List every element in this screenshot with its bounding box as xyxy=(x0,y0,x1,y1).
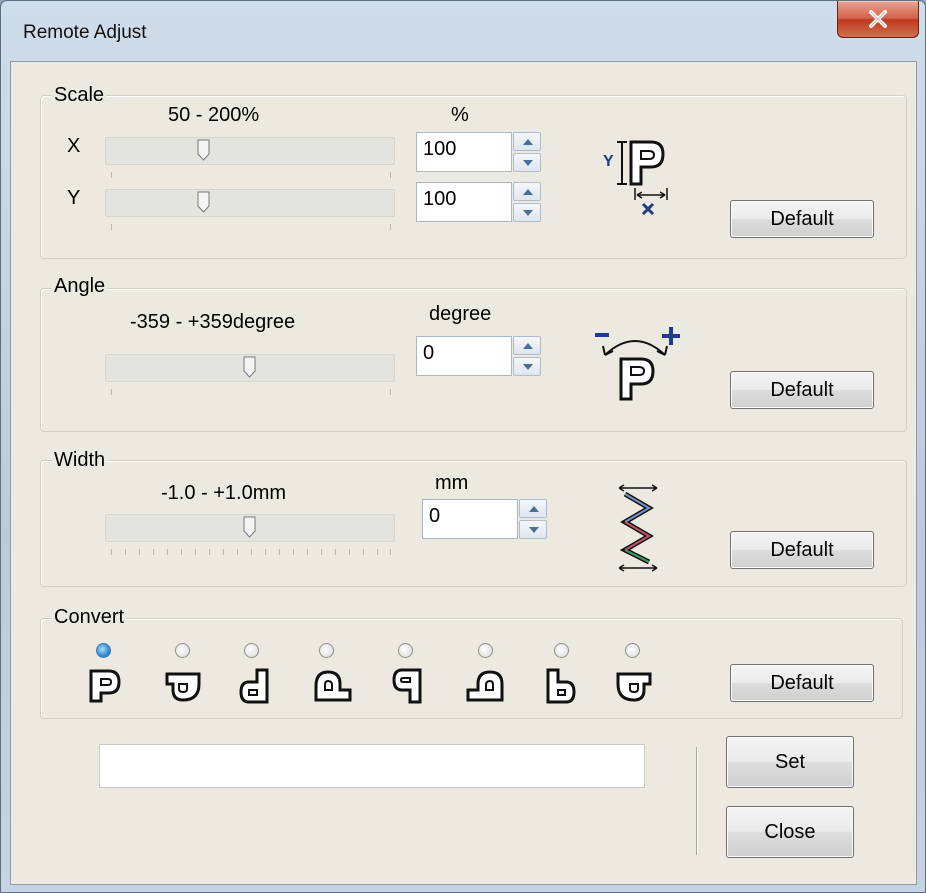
slider-thumb[interactable] xyxy=(197,139,210,161)
close-button[interactable]: Close xyxy=(726,806,854,858)
spin-down-button[interactable] xyxy=(513,153,541,172)
convert-radio-7[interactable] xyxy=(554,643,569,658)
convert-radio-4[interactable] xyxy=(319,643,334,658)
angle-group-label: Angle xyxy=(52,275,108,297)
p-rotated-270-icon xyxy=(466,670,504,702)
arrow-down-icon xyxy=(523,210,533,216)
window-title: Remote Adjust xyxy=(23,22,147,43)
q-mirror-icon xyxy=(392,668,422,704)
set-button[interactable]: Set xyxy=(726,736,854,788)
angle-unit-label: degree xyxy=(429,303,492,325)
slider-ticks xyxy=(111,389,391,395)
width-input[interactable]: 0 xyxy=(422,499,518,539)
convert-radio-8[interactable] xyxy=(625,643,640,658)
vertical-separator xyxy=(696,747,697,855)
arrow-down-icon xyxy=(529,527,539,533)
spin-up-button[interactable] xyxy=(513,336,541,355)
convert-group-label: Convert xyxy=(52,606,127,628)
scale-default-button[interactable]: Default xyxy=(730,200,874,238)
scale-x-input[interactable]: 100 xyxy=(416,132,512,172)
angle-default-button[interactable]: Default xyxy=(730,371,874,409)
status-field xyxy=(99,744,645,788)
spin-down-button[interactable] xyxy=(519,520,547,539)
width-spinner[interactable] xyxy=(519,499,547,539)
scale-y-spinner[interactable] xyxy=(513,182,541,222)
svg-text:Y: Y xyxy=(603,153,614,170)
scale-unit-label: % xyxy=(451,104,469,126)
convert-radio-3[interactable] xyxy=(244,643,259,658)
dialog-body: Scale 50 - 200% % X Y 100 100 Y Default … xyxy=(10,61,917,885)
angle-range-label: -359 - +359degree xyxy=(130,311,296,333)
convert-radio-1[interactable] xyxy=(96,643,111,658)
spin-up-button[interactable] xyxy=(513,132,541,151)
angle-input[interactable]: 0 xyxy=(416,336,512,376)
convert-radio-6[interactable] xyxy=(478,643,493,658)
width-group-label: Width xyxy=(52,449,108,471)
p-flip-icon xyxy=(616,672,652,702)
arrow-up-icon xyxy=(523,189,533,195)
slider-ticks xyxy=(111,224,391,230)
convert-radio-5[interactable] xyxy=(398,643,413,658)
spin-down-button[interactable] xyxy=(513,203,541,222)
arrow-up-icon xyxy=(523,139,533,145)
zigzag-width-icon xyxy=(618,484,658,572)
arrow-down-icon xyxy=(523,160,533,166)
slider-thumb[interactable] xyxy=(197,191,210,213)
slider-thumb[interactable] xyxy=(243,516,256,538)
rotate-icon xyxy=(595,327,680,401)
scale-range-label: 50 - 200% xyxy=(168,104,260,126)
scale-x-label: X xyxy=(67,135,81,157)
width-range-label: -1.0 - +1.0mm xyxy=(161,482,287,504)
arrow-up-icon xyxy=(523,343,533,349)
b-mirror-icon xyxy=(546,668,576,704)
convert-default-button[interactable]: Default xyxy=(730,664,874,702)
window-close-button[interactable] xyxy=(837,1,919,38)
slider-track[interactable] xyxy=(105,137,395,165)
width-default-button[interactable]: Default xyxy=(730,531,874,569)
slider-ticks xyxy=(111,549,391,555)
p-normal-icon xyxy=(89,669,121,703)
p-rotated-90-icon xyxy=(165,672,201,702)
convert-radio-2[interactable] xyxy=(175,643,190,658)
scale-x-spinner[interactable] xyxy=(513,132,541,172)
arrow-down-icon xyxy=(523,364,533,370)
slider-thumb[interactable] xyxy=(243,356,256,378)
spin-down-button[interactable] xyxy=(513,357,541,376)
spin-up-button[interactable] xyxy=(513,182,541,201)
p-rotated-180-icon xyxy=(314,670,352,702)
angle-spinner[interactable] xyxy=(513,336,541,376)
remote-adjust-window: Remote Adjust Scale 50 - 200% % X Y 100 xyxy=(0,0,926,893)
slider-ticks xyxy=(111,172,391,178)
d-mirror-icon xyxy=(239,668,269,704)
scale-y-label: Y xyxy=(67,187,81,209)
scale-xy-icon: Y xyxy=(603,140,668,216)
spin-up-button[interactable] xyxy=(519,499,547,518)
width-unit-label: mm xyxy=(435,472,469,494)
title-bar[interactable]: Remote Adjust xyxy=(1,1,925,61)
scale-y-input[interactable]: 100 xyxy=(416,182,512,222)
close-icon xyxy=(869,10,887,28)
scale-group-label: Scale xyxy=(52,84,107,106)
arrow-up-icon xyxy=(529,506,539,512)
slider-track[interactable] xyxy=(105,189,395,217)
